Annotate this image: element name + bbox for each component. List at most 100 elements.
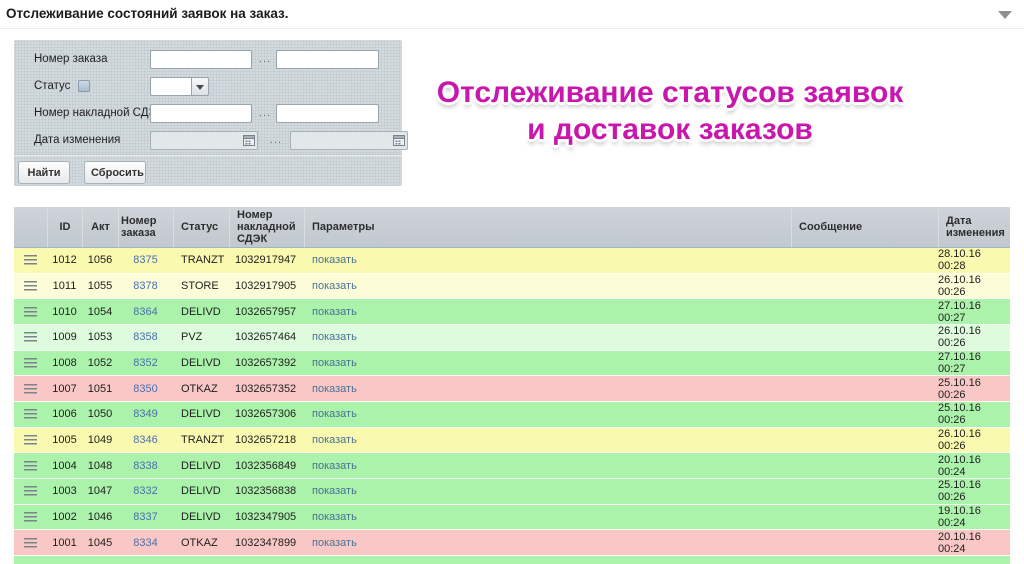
row-id: 1006 (52, 408, 77, 421)
menu-icon[interactable] (24, 537, 37, 548)
row-id: 1011 (52, 279, 77, 292)
row-status: DELIVD (181, 485, 221, 498)
row-act: 1047 (87, 485, 113, 498)
menu-icon[interactable] (24, 332, 37, 343)
order-number-label: Номер заказа (34, 53, 108, 65)
show-params-link[interactable]: показать (312, 537, 357, 549)
menu-icon[interactable] (24, 409, 37, 420)
row-params-cell: показать (304, 376, 791, 401)
row-order-cell: 8350 (118, 376, 173, 401)
row-order-cell: 8346 (118, 428, 173, 453)
status-select-button[interactable] (191, 77, 209, 96)
page-header: Отслеживание состояний заявок на заказ. (0, 0, 1024, 29)
row-order-cell: 8349 (118, 402, 173, 427)
menu-icon[interactable] (24, 511, 37, 522)
column-header: Статус (173, 207, 229, 247)
show-params-link[interactable]: показать (312, 331, 357, 343)
order-number-link[interactable]: 8338 (133, 460, 157, 472)
menu-icon[interactable] (24, 255, 37, 266)
order-number-link[interactable]: 8334 (133, 537, 157, 549)
menu-icon[interactable] (24, 486, 37, 497)
menu-icon[interactable] (24, 434, 37, 445)
menu-icon[interactable] (24, 383, 37, 394)
show-params-link[interactable]: показать (312, 485, 357, 497)
invoice-to-input[interactable] (276, 104, 379, 123)
column-header (14, 207, 47, 247)
row-menu-cell (14, 479, 47, 504)
row-message (791, 428, 938, 453)
info-icon[interactable] (78, 80, 90, 92)
column-header: Сообщение (791, 207, 938, 247)
menu-icon[interactable] (24, 460, 37, 471)
row-status: TRANZT (181, 254, 225, 267)
row-order-cell: 8375 (118, 248, 173, 273)
promo-banner-line1: Отслеживание статусов заявок (436, 76, 904, 109)
show-params-link[interactable]: показать (312, 408, 357, 420)
order-number-link[interactable]: 8378 (133, 280, 157, 292)
order-number-link[interactable]: 8349 (133, 408, 157, 420)
table-row: 1011 1055 8378 STORE 1032917905 показать 26.10… (14, 273, 1010, 300)
order-number-link[interactable]: 8337 (133, 511, 157, 523)
row-invoice: 1032657392 (235, 356, 297, 369)
order-number-link[interactable]: 8346 (133, 434, 157, 446)
row-date: 20.10.16 00:24 (938, 530, 981, 555)
show-params-link[interactable]: показать (312, 383, 357, 395)
column-header: Номер накладной СДЭК (229, 207, 304, 247)
collapse-icon[interactable] (998, 11, 1012, 19)
row-invoice: 1032356838 (235, 485, 297, 498)
table-row: 1001 1045 8334 OTKAZ 1032347899 показать 20.10… (14, 530, 1010, 556)
order-number-link[interactable]: 8332 (133, 485, 157, 497)
row-id: 1005 (52, 433, 77, 446)
row-order-cell: 8338 (118, 453, 173, 478)
order-number-link[interactable]: 8352 (133, 357, 157, 369)
order-number-from-input[interactable] (150, 50, 252, 69)
date-to-input[interactable] (290, 131, 408, 150)
row-params-cell: показать (304, 505, 791, 530)
column-header: ID (47, 207, 82, 247)
row-order-cell: 8364 (118, 299, 173, 324)
date-from-input[interactable] (150, 131, 258, 150)
order-number-to-input[interactable] (276, 50, 379, 69)
menu-icon[interactable] (24, 357, 37, 368)
row-date: 25.10.16 00:26 (938, 402, 981, 427)
row-message (791, 299, 938, 324)
row-status: DELIVD (181, 459, 221, 472)
column-header: Акт (82, 207, 118, 247)
reset-button[interactable]: Сбросить (84, 161, 146, 184)
show-params-link[interactable]: показать (312, 280, 357, 292)
calendar-icon[interactable] (393, 134, 405, 146)
row-id: 1010 (52, 305, 77, 318)
range-separator: ... (258, 53, 272, 65)
row-id: 1008 (52, 356, 77, 369)
show-params-link[interactable]: показать (312, 434, 357, 446)
row-status: DELIVD (181, 356, 221, 369)
show-params-link[interactable]: показать (312, 460, 357, 472)
row-params-cell: показать (304, 428, 791, 453)
table-row: 1004 1048 8338 DELIVD 1032356849 показать 20.1… (14, 453, 1010, 479)
order-number-link[interactable]: 8358 (133, 331, 157, 343)
row-message (791, 274, 938, 299)
show-params-link[interactable]: показать (312, 306, 357, 318)
show-params-link[interactable]: показать (312, 357, 357, 369)
row-menu-cell (14, 376, 47, 401)
order-number-link[interactable]: 8350 (133, 383, 157, 395)
order-number-link[interactable]: 8375 (133, 254, 157, 266)
menu-icon[interactable] (24, 280, 37, 291)
table-row: 1003 1047 8332 DELIVD 1032356838 показать 25.1… (14, 478, 1010, 505)
status-select[interactable] (150, 77, 191, 96)
show-params-link[interactable]: показать (312, 511, 357, 523)
row-message (791, 376, 938, 401)
find-button[interactable]: Найти (18, 161, 70, 184)
row-status: DELIVD (181, 305, 221, 318)
row-act: 1052 (87, 356, 113, 369)
row-params-cell: показать (304, 325, 791, 350)
show-params-link[interactable]: показать (312, 254, 357, 266)
row-menu-cell (14, 505, 47, 530)
order-number-link[interactable]: 8364 (133, 306, 157, 318)
invoice-from-input[interactable] (150, 104, 252, 123)
row-params-cell: показать (304, 530, 791, 555)
menu-icon[interactable] (24, 306, 37, 317)
row-act: 1051 (87, 382, 113, 395)
row-act: 1054 (87, 305, 113, 318)
calendar-icon[interactable] (243, 134, 255, 146)
